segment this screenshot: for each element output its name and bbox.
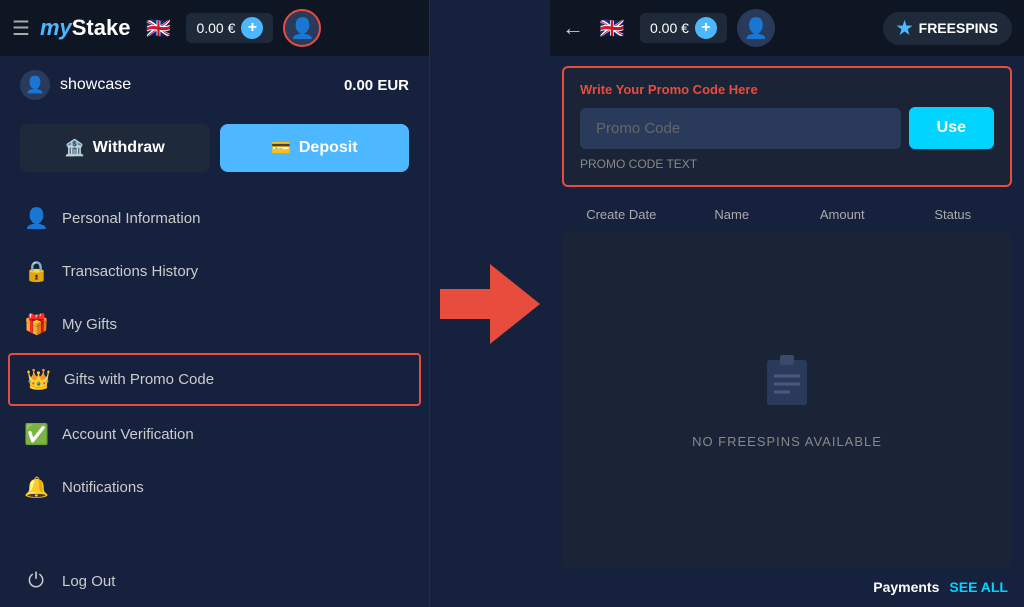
logo-my: my	[40, 15, 72, 41]
user-balance: 0.00 EUR	[344, 77, 409, 94]
menu-icon[interactable]: ☰	[12, 16, 30, 41]
user-avatar: 👤	[20, 70, 50, 100]
user-info: 👤 showcase 0.00 EUR	[0, 56, 429, 114]
sidebar-item-account-verification[interactable]: ✅ Account Verification	[0, 408, 429, 461]
check-icon: ✅	[24, 422, 48, 447]
crown-icon: 👑	[26, 367, 50, 392]
left-panel: ☰ myStake 🇬🇧 0.00 € + 👤 👤 showcase 0.00 …	[0, 0, 430, 607]
clipboard-icon	[762, 350, 812, 420]
action-buttons: 🏦 Withdraw 💳 Deposit	[0, 114, 429, 182]
withdraw-label: Withdraw	[93, 139, 165, 157]
balance-display: 0.00 € +	[186, 13, 273, 43]
menu-item-label: Account Verification	[62, 426, 194, 443]
menu-item-label: Gifts with Promo Code	[64, 371, 214, 388]
avatar-button[interactable]: 👤	[283, 9, 321, 47]
freespins-label: FREESPINS	[919, 20, 998, 36]
menu-item-label: Personal Information	[62, 210, 200, 227]
left-top-bar: ☰ myStake 🇬🇧 0.00 € + 👤	[0, 0, 429, 56]
withdraw-button[interactable]: 🏦 Withdraw	[20, 124, 210, 172]
right-panel: ← 🇬🇧 0.00 € + 👤 ★ FREESPINS Write Your P…	[550, 0, 1024, 607]
empty-state: NO FREESPINS AVAILABLE	[562, 232, 1012, 567]
deposit-button[interactable]: 💳 Deposit	[220, 124, 410, 172]
gift-icon: 🎁	[24, 312, 48, 337]
right-avatar-button[interactable]: 👤	[737, 9, 775, 47]
middle-arrow-area	[430, 0, 550, 607]
use-promo-button[interactable]: Use	[909, 107, 994, 149]
sidebar-item-personal-information[interactable]: 👤 Personal Information	[0, 192, 429, 245]
freespins-badge: ★ FREESPINS	[883, 12, 1013, 45]
right-top-bar: ← 🇬🇧 0.00 € + 👤 ★ FREESPINS	[550, 0, 1024, 56]
right-add-funds-button[interactable]: +	[695, 17, 717, 39]
promo-input-row: Use	[580, 107, 994, 149]
back-button[interactable]: ←	[562, 15, 584, 41]
flag-button[interactable]: 🇬🇧	[140, 14, 176, 42]
right-balance-display: 0.00 € +	[640, 13, 727, 43]
col-create-date: Create Date	[566, 207, 677, 222]
balance-value: 0.00 €	[196, 20, 235, 36]
promo-code-text: PROMO CODE TEXT	[580, 157, 994, 171]
logout-label: Log Out	[62, 573, 115, 590]
col-name: Name	[677, 207, 788, 222]
payments-footer: Payments SEE ALL	[550, 567, 1024, 607]
sidebar-item-transactions-history[interactable]: 🔒 Transactions History	[0, 245, 429, 298]
star-icon: ★	[897, 18, 913, 39]
sidebar-item-notifications[interactable]: 🔔 Notifications	[0, 461, 429, 514]
promo-section: Write Your Promo Code Here Use PROMO COD…	[562, 66, 1012, 187]
logout-icon: ⏻	[24, 570, 48, 593]
see-all-link[interactable]: SEE ALL	[949, 579, 1008, 595]
sidebar-item-gifts-with-promo-code[interactable]: 👑 Gifts with Promo Code	[8, 353, 421, 406]
col-status: Status	[898, 207, 1009, 222]
right-flag-button[interactable]: 🇬🇧	[594, 14, 630, 42]
username: showcase	[60, 76, 131, 94]
person-icon: 👤	[24, 206, 48, 231]
col-amount: Amount	[787, 207, 898, 222]
no-freespins-message: NO FREESPINS AVAILABLE	[692, 434, 882, 449]
logo: myStake	[40, 15, 131, 41]
deposit-icon: 💳	[271, 138, 291, 158]
menu-item-label: Transactions History	[62, 263, 198, 280]
bell-icon: 🔔	[24, 475, 48, 500]
arrow-head	[490, 264, 540, 344]
menu-list: 👤 Personal Information 🔒 Transactions Hi…	[0, 182, 429, 556]
promo-code-input[interactable]	[580, 108, 901, 149]
payments-label: Payments	[873, 579, 939, 595]
deposit-label: Deposit	[299, 139, 358, 157]
promo-label: Write Your Promo Code Here	[580, 82, 994, 97]
table-header: Create Date Name Amount Status	[550, 197, 1024, 232]
history-icon: 🔒	[24, 259, 48, 284]
logout-item[interactable]: ⏻ Log Out	[0, 556, 429, 607]
sidebar-item-my-gifts[interactable]: 🎁 My Gifts	[0, 298, 429, 351]
user-name-area: 👤 showcase	[20, 70, 131, 100]
add-funds-button[interactable]: +	[241, 17, 263, 39]
withdraw-icon: 🏦	[65, 138, 85, 158]
logo-stake: Stake	[72, 15, 131, 41]
right-balance-value: 0.00 €	[650, 20, 689, 36]
arrow-body	[440, 289, 490, 319]
right-arrow	[440, 264, 540, 344]
menu-item-label: Notifications	[62, 479, 144, 496]
menu-item-label: My Gifts	[62, 316, 117, 333]
